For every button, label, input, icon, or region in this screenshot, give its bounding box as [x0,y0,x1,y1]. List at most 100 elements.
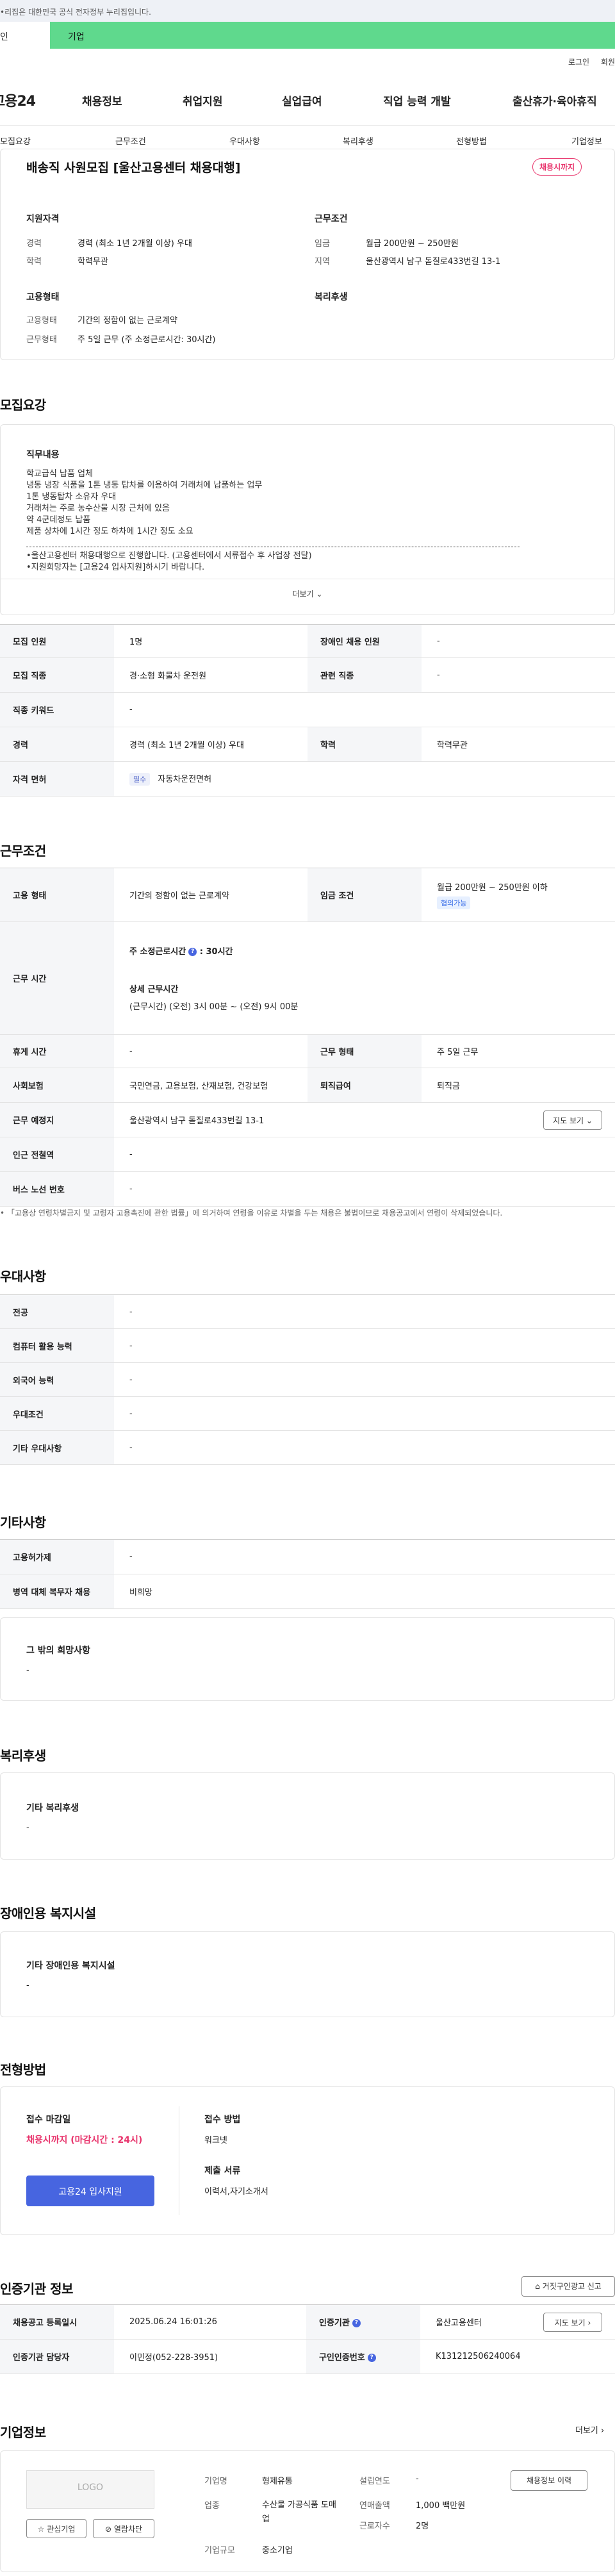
report-icon: ⌂ [535,2282,540,2291]
login-link[interactable]: 로그인 [568,58,589,67]
table-row: 인증기관 담당자 이민정(052-228-3951) 구인인증번호? K1312… [0,2339,615,2374]
report-button-label: 거짓구인광고 신고 [542,2282,602,2291]
table-value: K131212506240064 [420,2339,615,2374]
recruit-section-title: 모집요강 [0,397,46,413]
welfare-section-title: 복리후생 [0,1748,46,1763]
chevron-down-icon: ⌄ [316,590,323,599]
info-icon[interactable]: ? [367,2354,376,2362]
cert-map-button[interactable]: 지도 보기 › [543,2313,602,2332]
table-value: 국민연금, 고용보험, 산재보험, 건강보험 [114,1068,308,1103]
table-row: 경력 경력 (최소 1년 2개월 이상) 우대 학력 학력무관 [0,727,615,762]
table-value: - [114,1430,615,1465]
anchor-pref[interactable]: 우대사항 [229,135,260,147]
week-hours-value: : 30시간 [199,947,233,957]
hope-card: 그 밖의 희망사항 - [0,1617,615,1701]
deadline-value: 채용시까지 (마감시간 : 24시) [26,2135,143,2145]
duty-line: 제품 상차에 1시간 정도 하차에 1시간 정도 소요 [26,527,193,536]
disabled-card: 기타 장애인용 복지시설 - [0,1931,615,2017]
table-label: 기타 우대사항 [0,1430,114,1465]
company-field-value: 1,000 백만원 [416,2501,466,2511]
table-value: 비희망 [114,1574,615,1609]
table-label: 인증기관? [306,2304,420,2340]
table-label: 관련 직종 [308,657,422,693]
table-value: 1명 [114,624,308,658]
recruit-history-button[interactable]: 채용정보 이력 [511,2470,587,2491]
duty-line: 거래처는 주로 농수산물 시장 근처에 있음 [26,504,170,513]
table-label: 자격 면허 [0,761,114,797]
negotiable-pill: 협의가능 [437,896,471,909]
notice-text: •울산고용센터 채용대행으로 진행합니다. (고용센터에서 서류접수 후 사업장… [26,550,577,574]
company-field-label: 기업명 [204,2477,227,2486]
qual-title: 지원자격 [26,214,60,224]
join-link[interactable]: 회원 [601,58,615,67]
table-row: 자격 면허 필수 자동차운전면허 [0,761,615,797]
cert-section-title: 인증기관 정보 [0,2281,73,2297]
table-value: 이민정(052-228-3951) [114,2339,306,2374]
table-row: 모집 인원 1명 장애인 채용 인원 - [0,624,615,658]
cond-value: 월급 200만원 ~ 250만원 [366,239,459,249]
anchor-company[interactable]: 기업정보 [571,135,602,147]
anchor-process[interactable]: 전형방법 [456,135,487,147]
gnb-item-unemployment-benefit[interactable]: 실업급여 [282,92,322,108]
table-value: 경력 (최소 1년 2개월 이상) 우대 [114,727,308,762]
table-row: 컴퓨터 활용 능력 - [0,1328,615,1363]
table-value: 필수 자동차운전면허 [114,761,615,797]
gnb-item-training[interactable]: 직업 능력 개발 [383,92,451,108]
info-icon[interactable]: ? [352,2319,361,2327]
site-logo[interactable]: 고용24 [0,90,36,110]
table-label: 외국어 능력 [0,1362,114,1397]
table-value: - [114,1328,615,1363]
cert-org-label: 인증기관 [319,2318,350,2328]
table-row: 우대조건 - [0,1396,615,1431]
util-links: 로그인 회원 [559,56,615,67]
cert-org-value: 울산고용센터 [436,2318,482,2328]
company-field-value: 형제유통 [262,2477,293,2486]
tab-company[interactable]: 기업 [50,22,615,49]
table-label: 장애인 채용 인원 [308,624,422,658]
company-section-title: 기업정보 [0,2425,46,2440]
detail-hours-value: (근무시간) (오전) 3시 00분 ~ (오전) 9시 00분 [129,1002,299,1012]
table-value: - [114,1294,615,1329]
qual-value: 학력무관 [78,257,108,267]
gnb-item-jobs[interactable]: 채용정보 [82,92,122,108]
anchor-work[interactable]: 근무조건 [115,135,146,147]
table-value: 기간의 정함이 없는 근로계약 [114,868,308,922]
disabled-box-title: 기타 장애인용 복지시설 [26,1961,115,1971]
cond-value: 울산광역시 남구 돋질로433번길 13-1 [366,257,501,267]
company-field-label: 업종 [204,2501,220,2511]
table-label: 근무 예정지 [0,1102,114,1137]
place-value: 울산광역시 남구 돋질로433번길 13-1 [129,1116,265,1126]
welfare-box-title: 기타 복리후생 [26,1803,79,1813]
table-label: 퇴직급여 [308,1068,422,1103]
false-ad-report-button[interactable]: ⌂ 거짓구인광고 신고 [521,2276,615,2297]
gnb-item-employment-support[interactable]: 취업지원 [183,92,223,108]
table-value: 울산광역시 남구 돋질로433번길 13-1 지도 보기 ⌄ [114,1102,615,1137]
table-label: 인근 전철역 [0,1137,114,1172]
table-label: 우대조건 [0,1396,114,1431]
cert-num-label: 구인인증번호 [319,2353,365,2363]
map-button[interactable]: 지도 보기 ⌄ [543,1110,602,1130]
table-label: 근무 시간 [0,921,114,1035]
info-icon[interactable]: ? [188,948,197,956]
tab-personal[interactable]: 인 [0,22,50,49]
table-label: 휴게 시간 [0,1034,114,1068]
table-value: 울산고용센터 지도 보기 › [420,2304,615,2340]
block-view-button[interactable]: ⊘ 열람차단 [93,2519,154,2538]
gnb-item-parental-leave[interactable]: 출산휴가·육아휴직 [512,92,597,108]
recruit-table: 모집 인원 1명 장애인 채용 인원 - 모집 직종 경·소형 화물차 운전원 … [0,624,615,797]
table-value: - [114,1362,615,1397]
chevron-down-icon: ⌄ [586,1116,593,1125]
apply-button[interactable]: 고용24 입사지원 [26,2176,154,2206]
anchor-welfare[interactable]: 복리후생 [343,135,373,147]
company-more-label: 더보기 [575,2426,598,2436]
welfare-title: 복리후생 [315,292,348,302]
table-label: 전공 [0,1294,114,1329]
table-row: 사회보험 국민연금, 고용보험, 산재보험, 건강보험 퇴직급여 퇴직금 [0,1068,615,1103]
more-toggle[interactable]: 더보기 ⌄ [1,579,614,615]
anchor-recruit[interactable]: 모집요강 [0,135,31,147]
interest-company-button[interactable]: ☆ 관심기업 [26,2519,86,2538]
table-label: 고용 형태 [0,868,114,922]
table-value: 학력무관 [422,727,615,762]
table-value: - [422,657,615,693]
company-more-link[interactable]: 더보기 › [575,2423,604,2436]
